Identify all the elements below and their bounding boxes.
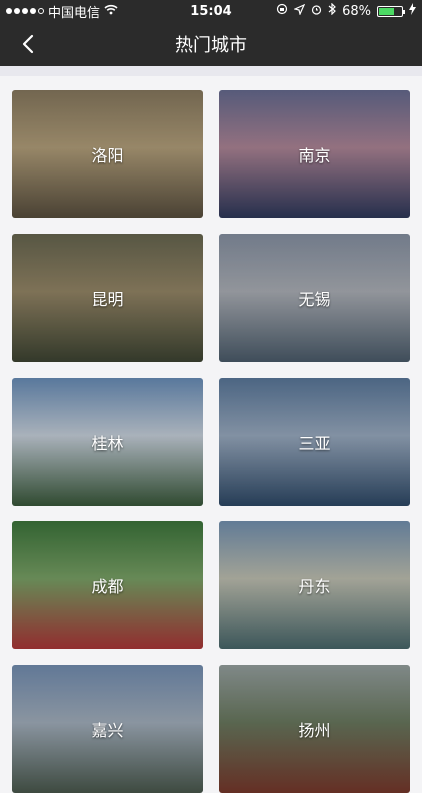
back-chevron-icon[interactable] [14,30,42,58]
status-time: 15:04 [190,3,232,19]
status-left: 中国电信 [6,2,166,21]
alarm-icon [311,4,322,19]
signal-dots-icon [6,8,44,14]
city-card[interactable]: 嘉兴 [12,665,203,793]
rotation-lock-icon [276,3,288,19]
city-card[interactable]: 成都 [12,521,203,649]
location-icon [293,3,306,19]
page-title: 热门城市 [175,35,247,56]
status-right: 68% [256,2,416,19]
city-name: 洛阳 [91,146,124,165]
city-name: 三亚 [298,434,331,453]
city-card[interactable]: 桂林 [12,378,203,506]
city-name: 成都 [91,577,124,596]
battery-percent: 68% [342,3,371,19]
status-bar: 中国电信 15:04 68% [0,0,422,22]
city-name: 丹东 [298,577,331,596]
city-card[interactable]: 洛阳 [12,90,203,218]
bluetooth-icon [328,2,336,19]
city-card[interactable]: 无锡 [219,234,410,362]
city-name: 昆明 [91,290,124,309]
header-divider [0,66,422,76]
city-name: 南京 [298,146,331,165]
charging-icon [409,3,416,19]
carrier-label: 中国电信 [48,5,101,21]
city-name: 嘉兴 [91,721,124,740]
city-name: 无锡 [298,290,331,309]
city-card[interactable]: 扬州 [219,665,410,793]
city-card[interactable]: 昆明 [12,234,203,362]
wifi-icon [104,4,118,19]
city-card[interactable]: 三亚 [219,378,410,506]
city-card[interactable]: 丹东 [219,521,410,649]
city-card[interactable]: 南京 [219,90,410,218]
city-name: 扬州 [298,721,331,740]
battery-icon [377,5,405,17]
navigation-bar: 热门城市 [0,22,422,66]
city-name: 桂林 [91,434,124,453]
